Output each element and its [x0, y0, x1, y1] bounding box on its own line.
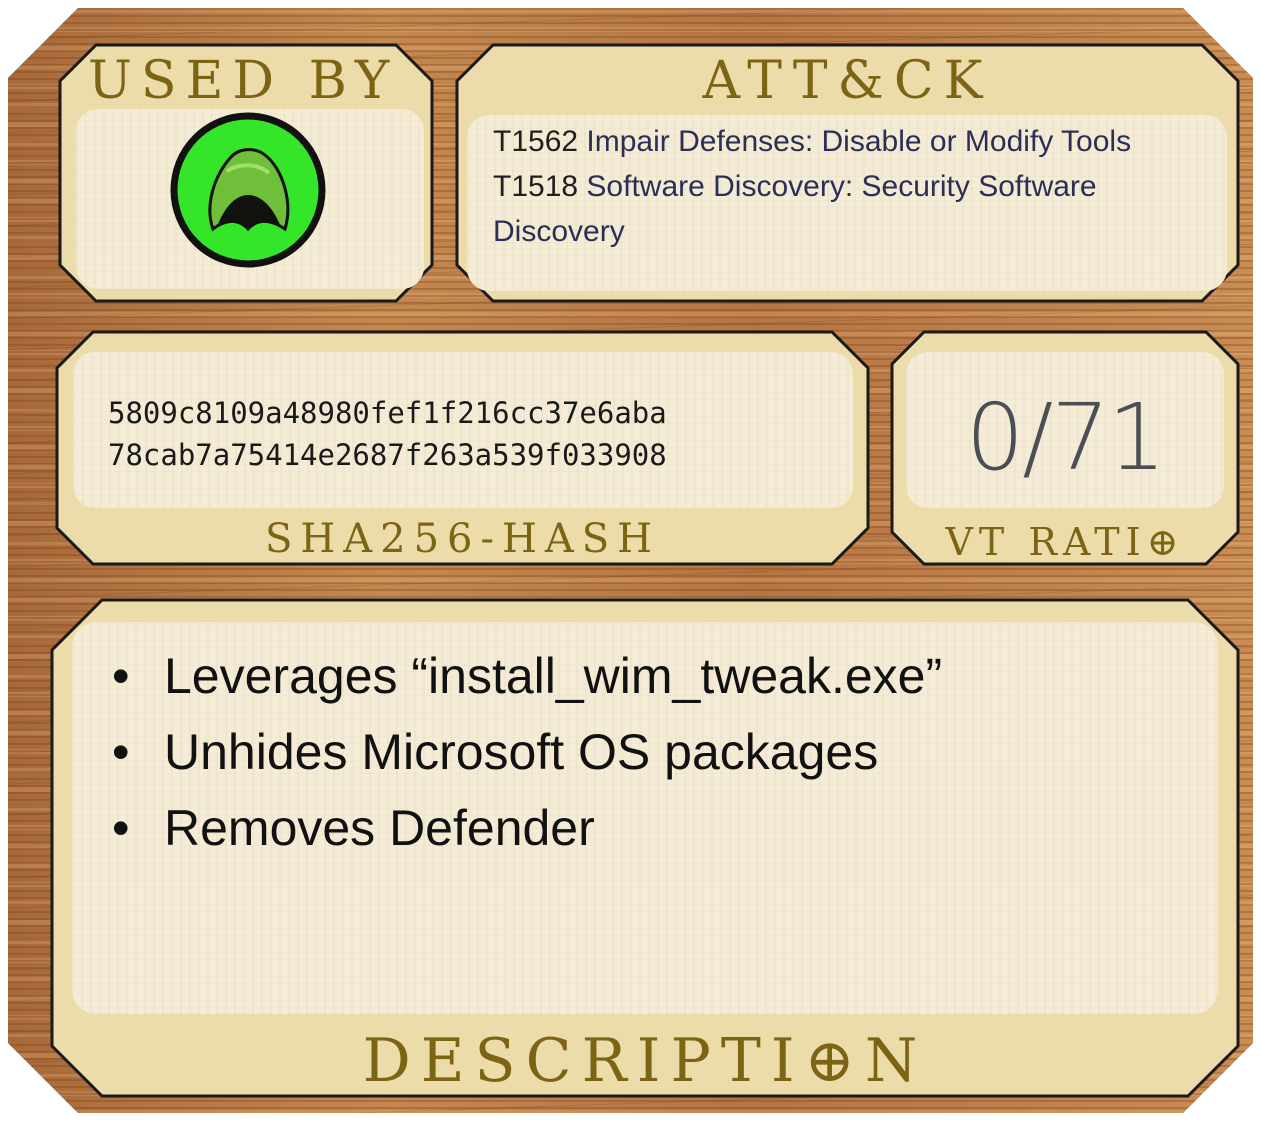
attck-technique-list: T1562 Impair Defenses: Disable or Modify…: [493, 119, 1228, 254]
bullet-icon: •: [112, 648, 130, 704]
technique-name: Software Discovery: Security Software Di…: [493, 170, 1097, 248]
description-panel: • Leverages “install_wim_tweak.exe” • Unhi…: [50, 598, 1240, 1098]
description-item-text: Unhides Microsoft OS packages: [164, 724, 879, 780]
attck-technique-item: T1562 Impair Defenses: Disable or Modify…: [493, 119, 1228, 164]
used-by-panel: USED BY: [58, 43, 434, 303]
hash-title: SHA256-HASH: [264, 516, 661, 562]
hash-panel: 5809c8109a48980fef1f216cc37e6aba 78cab7a7…: [55, 330, 870, 566]
bullet-icon: •: [112, 800, 130, 856]
sha256-hash-value: 5809c8109a48980fef1f216cc37e6aba 78cab7a7…: [108, 392, 667, 476]
technique-id: T1518: [493, 170, 579, 203]
used-by-title: USED BY: [88, 51, 399, 111]
hash-line-1: 5809c8109a48980fef1f216cc37e6aba: [108, 396, 667, 430]
description-title: DESCRIPTI⊕N: [362, 1026, 928, 1096]
attck-technique-item: T1518 Software Discovery: Security Softw…: [493, 164, 1228, 254]
hash-line-2: 78cab7a75414e2687f263a539f033908: [108, 438, 667, 472]
technique-id: T1562: [493, 125, 579, 158]
list-item: • Removes Defender: [112, 790, 942, 866]
vt-ratio-panel: 0/71 VT RATI⊕: [890, 330, 1240, 566]
technique-name: Impair Defenses: Disable or Modify Tools: [578, 125, 1132, 158]
description-list: • Leverages “install_wim_tweak.exe” • Unhi…: [112, 638, 942, 866]
vt-ratio-value: 0/71: [965, 384, 1167, 491]
description-item-text: Leverages “install_wim_tweak.exe”: [164, 648, 943, 704]
attck-panel: ATT&CK T1562 Impair Defenses: Disable or…: [455, 43, 1240, 303]
attck-title: ATT&CK: [702, 51, 993, 111]
bullet-icon: •: [112, 724, 130, 780]
description-item-text: Removes Defender: [164, 800, 595, 856]
list-item: • Leverages “install_wim_tweak.exe”: [112, 638, 942, 714]
green-hood-icon: [170, 112, 326, 268]
list-item: • Unhides Microsoft OS packages: [112, 714, 942, 790]
vt-title: VT RATI⊕: [945, 520, 1185, 564]
